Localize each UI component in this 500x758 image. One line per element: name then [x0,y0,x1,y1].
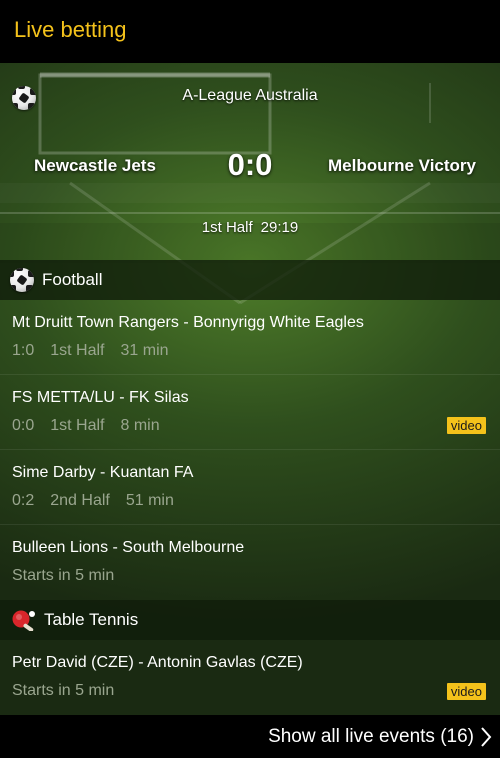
video-badge[interactable]: video [446,417,486,434]
event-start-time: Starts in 5 min [12,567,115,584]
event-period: 1st Half [50,417,105,434]
chevron-right-icon [481,726,492,747]
featured-match-time: 1st Half 29:19 [0,219,500,236]
event-row[interactable]: Sime Darby - Kuantan FA 0:2 2nd Half 51 mi… [0,450,500,525]
section-label: Football [42,270,103,289]
event-title: FS METTA/LU - FK Silas [12,389,189,406]
section-header-table-tennis: Table Tennis [0,600,500,640]
event-title: Sime Darby - Kuantan FA [12,464,194,481]
away-team: Melbourne Victory [328,156,476,175]
event-title: Mt Druitt Town Rangers - Bonnyrigg White… [12,314,364,331]
event-row[interactable]: Mt Druitt Town Rangers - Bonnyrigg White… [0,300,500,375]
event-period: 1st Half [50,342,105,359]
event-score: 0:2 [12,492,35,509]
featured-match[interactable]: A-League Australia Newcastle Jets 0:0 Me… [0,63,500,260]
section-label: Table Tennis [44,610,139,629]
live-events-panel: A-League Australia Newcastle Jets 0:0 Me… [0,63,500,715]
event-time: 31 min [120,342,169,359]
event-title: Bulleen Lions - South Melbourne [12,539,245,556]
header: Live betting [0,0,500,63]
event-title: Petr David (CZE) - Antonin Gavlas (CZE) [12,654,303,671]
event-time: 51 min [125,492,174,509]
featured-clock: 29:19 [260,219,299,236]
table-tennis-icon [12,610,35,631]
event-meta: 0:0 1st Half 8 min [12,417,500,435]
video-badge[interactable]: video [446,683,486,700]
featured-period: 1st Half [201,219,253,236]
event-row[interactable]: Petr David (CZE) - Antonin Gavlas (CZE) … [0,640,500,715]
event-meta: 0:2 2nd Half 51 min [12,492,500,510]
event-meta: 1:0 1st Half 31 min [12,342,500,360]
event-start-time: Starts in 5 min [12,682,115,699]
event-score: 1:0 [12,342,35,359]
event-row[interactable]: FS METTA/LU - FK Silas 0:0 1st Half 8 min … [0,375,500,450]
footer-label: Show all live events (16) [268,725,474,747]
featured-league: A-League Australia [182,87,318,104]
show-all-live-events-button[interactable]: Show all live events (16) [0,715,500,758]
section-header-football: Football [0,260,500,300]
event-score: 0:0 [12,417,35,434]
event-row[interactable]: Bulleen Lions - South Melbourne Starts i… [0,525,500,600]
event-time: 8 min [120,417,160,434]
page-title: Live betting [14,16,127,42]
event-period: 2nd Half [50,492,110,509]
football-icon [10,268,34,292]
